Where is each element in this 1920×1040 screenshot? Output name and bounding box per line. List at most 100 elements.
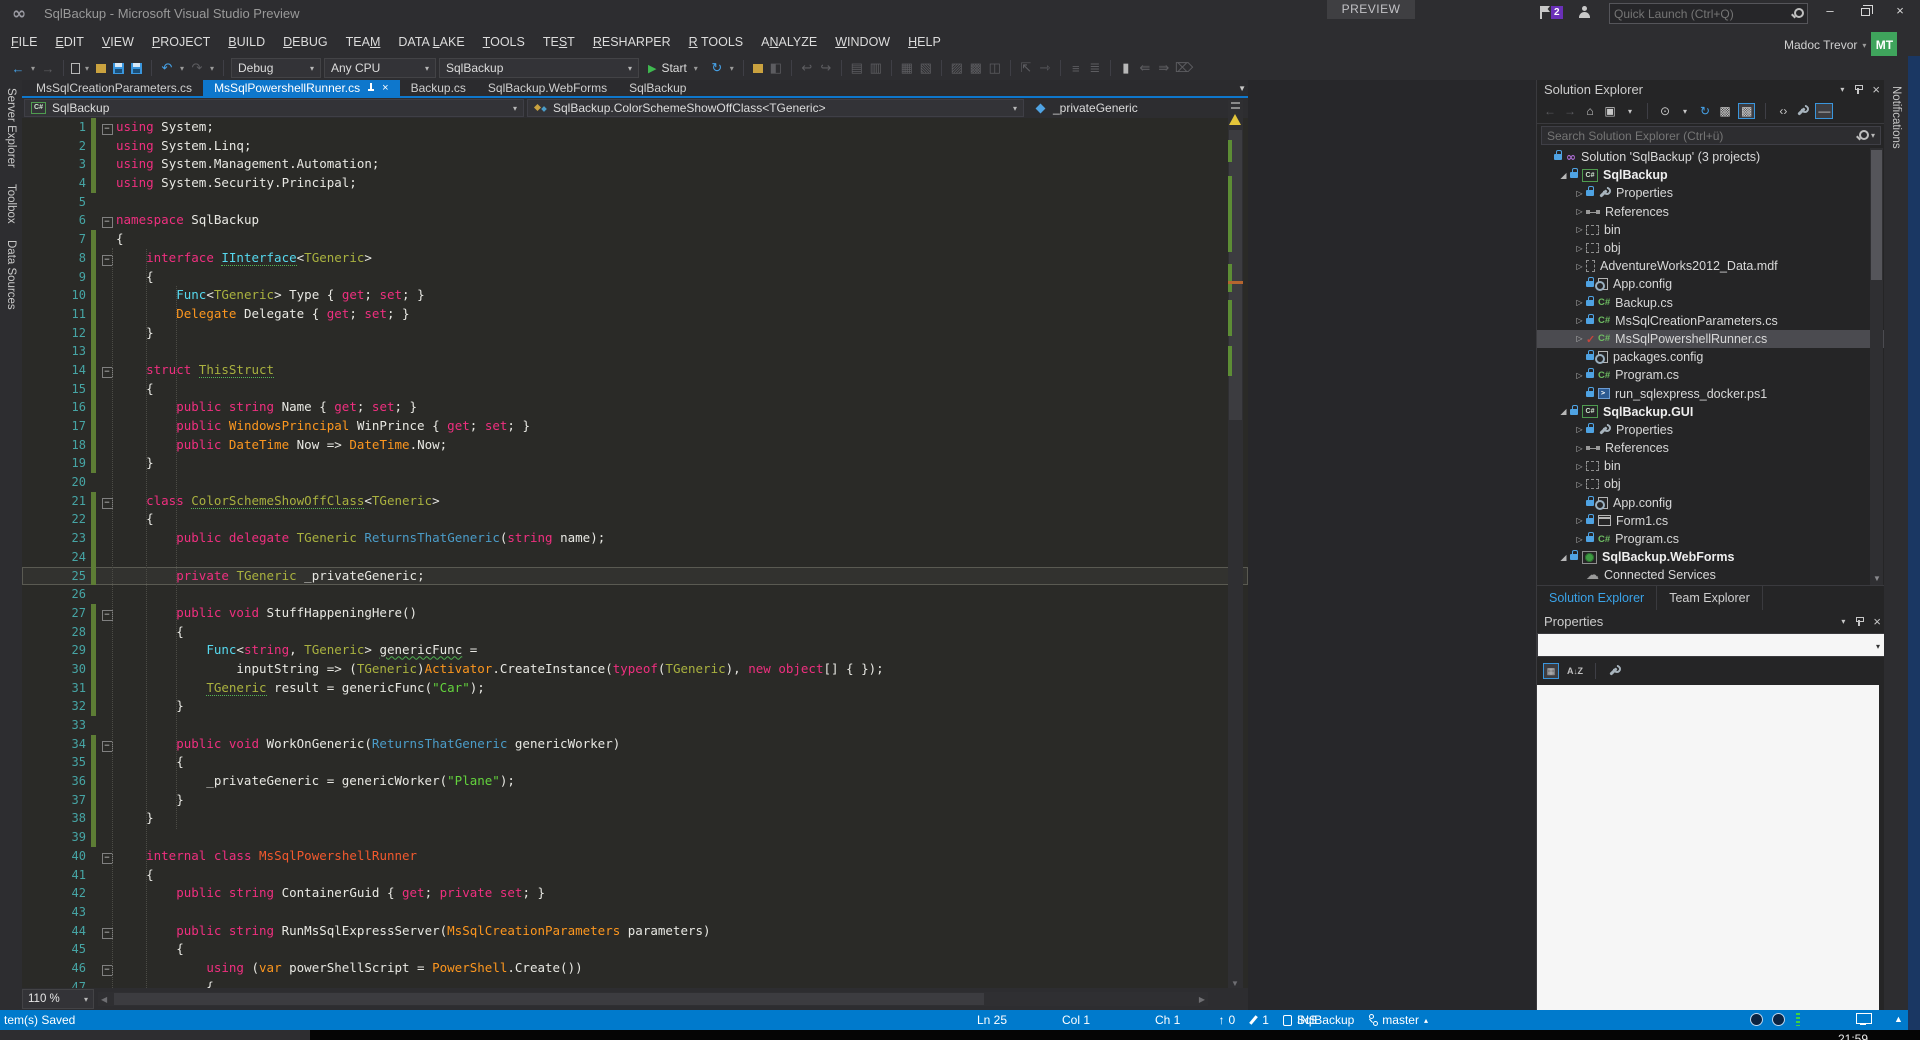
code-line-21[interactable]: 21− class ColorSchemeShowOffClass<TGener… xyxy=(22,492,1248,511)
tree-item-obj[interactable]: ▷obj xyxy=(1537,475,1885,493)
solution-search-box[interactable]: ▾ xyxy=(1541,126,1881,145)
code-line-27[interactable]: 27− public void StuffHappeningHere() xyxy=(22,604,1248,623)
tree-item-adventureworks2012-data-mdf[interactable]: ▷AdventureWorks2012_Data.mdf xyxy=(1537,257,1885,275)
menu-help[interactable]: HELP xyxy=(899,31,950,53)
step-over-icon[interactable]: ↪ xyxy=(818,60,834,76)
tree-item-packages-config[interactable]: packages.config xyxy=(1537,348,1885,366)
new-project-button[interactable] xyxy=(71,63,80,74)
start-dropdown[interactable]: ▾ xyxy=(692,64,700,73)
word-wrap-icon[interactable]: ◫ xyxy=(987,60,1003,76)
tree-item-bin[interactable]: ▷bin xyxy=(1537,221,1885,239)
refresh-button[interactable]: ↻ xyxy=(709,60,725,76)
code-line-10[interactable]: 10 Func<TGeneric> Type { get; set; } xyxy=(22,286,1248,305)
clear-bookmarks-icon[interactable]: ⌦ xyxy=(1175,60,1193,76)
feedback-frown-button[interactable] xyxy=(1772,1013,1785,1029)
code-line-45[interactable]: 45 { xyxy=(22,940,1248,959)
menu-r-tools[interactable]: R TOOLS xyxy=(680,31,752,53)
quick-launch-box[interactable] xyxy=(1609,3,1808,24)
new-query-button[interactable] xyxy=(753,64,763,73)
expand-arrow-icon[interactable]: ▷ xyxy=(1573,535,1586,544)
navigate-backward-dropdown[interactable]: ▾ xyxy=(29,64,37,73)
menu-window[interactable]: WINDOW xyxy=(826,31,899,53)
properties-grid[interactable] xyxy=(1537,685,1879,1010)
redo-button[interactable]: ↷ xyxy=(189,60,205,76)
code-line-7[interactable]: 7{ xyxy=(22,230,1248,249)
code-line-8[interactable]: 8− interface IInterface<TGeneric> xyxy=(22,249,1248,268)
code-line-36[interactable]: 36 _privateGeneric = genericWorker("Plan… xyxy=(22,772,1248,791)
menu-analyze[interactable]: ANALYZE xyxy=(752,31,826,53)
menu-debug[interactable]: DEBUG xyxy=(274,31,336,53)
next-bookmark-icon[interactable]: ⇛ xyxy=(1156,60,1172,76)
title-bar[interactable]: ∞ SqlBackup - Microsoft Visual Studio Pr… xyxy=(0,0,1920,28)
tab-team-explorer[interactable]: Team Explorer xyxy=(1657,586,1763,610)
pin-icon[interactable] xyxy=(1855,616,1863,627)
code-line-16[interactable]: 16 public string Name { get; set; } xyxy=(22,398,1248,417)
undo-dropdown[interactable]: ▾ xyxy=(178,64,186,73)
fold-collapse-icon[interactable]: − xyxy=(102,367,113,378)
tab-toolbox[interactable]: Toolbox xyxy=(5,184,17,224)
tree-item-references[interactable]: ▷References xyxy=(1537,203,1885,221)
se-forward-button[interactable]: → xyxy=(1563,104,1577,118)
properties-wrench-icon[interactable] xyxy=(1796,105,1809,117)
panel-menu-icon[interactable]: ▾ xyxy=(1841,612,1845,631)
generate-script-icon[interactable]: ▧ xyxy=(918,60,934,76)
close-icon[interactable]: × xyxy=(1872,80,1880,99)
repository-button[interactable]: SqlBackup xyxy=(1283,1013,1354,1027)
add-item-button[interactable] xyxy=(96,64,106,73)
panel-menu-icon[interactable]: ▾ xyxy=(1840,80,1844,99)
code-line-25[interactable]: 25 private TGeneric _privateGeneric; xyxy=(22,567,1248,586)
menu-data-lake[interactable]: DATA LAKE xyxy=(389,31,473,53)
property-pages-icon[interactable] xyxy=(1608,665,1621,677)
doc-tab-sqlbackup-webforms[interactable]: SqlBackup.WebForms xyxy=(477,80,618,96)
navigate-backward-button[interactable]: ← xyxy=(10,61,26,76)
tree-item-properties[interactable]: ▷Properties xyxy=(1537,184,1885,202)
bookmark-icon[interactable]: ▮ xyxy=(1118,60,1134,76)
status-column[interactable]: Col 1 xyxy=(1062,1013,1090,1027)
tree-scrollbar-thumb[interactable] xyxy=(1871,150,1882,280)
pending-changes-filter-icon[interactable]: ⊙ xyxy=(1658,104,1672,118)
menu-project[interactable]: PROJECT xyxy=(143,31,219,53)
project-dropdown[interactable]: C# SqlBackup▾ xyxy=(24,99,524,117)
pin-icon[interactable] xyxy=(367,83,375,93)
code-line-6[interactable]: 6−namespace SqlBackup xyxy=(22,211,1248,230)
execute-query-icon[interactable]: ▩ xyxy=(968,60,984,76)
menu-view[interactable]: VIEW xyxy=(93,31,143,53)
tree-item-program-cs[interactable]: ▷C#Program.cs xyxy=(1537,530,1885,548)
expand-arrow-icon[interactable]: ▷ xyxy=(1573,480,1586,489)
vertical-scrollbar[interactable]: ▼ xyxy=(1228,100,1243,990)
tree-item-sqlbackup-webforms[interactable]: ◢SqlBackup.WebForms xyxy=(1537,548,1885,566)
menu-team[interactable]: TEAM xyxy=(337,31,390,53)
tab-data-sources[interactable]: Data Sources xyxy=(5,240,17,310)
comment-icon[interactable]: ≡ xyxy=(1068,61,1084,76)
split-editor-grip[interactable] xyxy=(1231,102,1240,109)
menu-build[interactable]: BUILD xyxy=(219,31,274,53)
fold-collapse-icon[interactable]: − xyxy=(102,965,113,976)
code-line-5[interactable]: 5 xyxy=(22,193,1248,212)
quick-launch-input[interactable] xyxy=(1614,7,1790,21)
properties-header[interactable]: Properties ▾ × xyxy=(1537,612,1885,631)
step-into-icon[interactable]: ↩ xyxy=(799,60,815,76)
save-button[interactable] xyxy=(113,63,124,74)
redo-dropdown[interactable]: ▾ xyxy=(208,64,216,73)
code-line-3[interactable]: 3using System.Management.Automation; xyxy=(22,155,1248,174)
undo-button[interactable]: ↶ xyxy=(159,60,175,76)
expand-arrow-icon[interactable]: ▷ xyxy=(1573,189,1586,198)
code-line-39[interactable]: 39 xyxy=(22,828,1248,847)
tree-item-bin[interactable]: ▷bin xyxy=(1537,457,1885,475)
close-button[interactable]: × xyxy=(1885,0,1915,22)
doc-tab-mssqlpowershellrunner-cs[interactable]: MsSqlPowershellRunner.cs× xyxy=(203,80,400,96)
publish-icon[interactable]: ▦ xyxy=(899,60,915,76)
code-line-1[interactable]: 1−using System; xyxy=(22,118,1248,137)
code-line-32[interactable]: 32 } xyxy=(22,697,1248,716)
code-line-23[interactable]: 23 public delegate TGeneric ReturnsThatG… xyxy=(22,529,1248,548)
member-dropdown[interactable]: _privateGeneric xyxy=(1027,99,1245,117)
screen-sharing-icon[interactable] xyxy=(1856,1013,1870,1028)
expand-arrow-icon[interactable]: ▷ xyxy=(1573,334,1586,343)
code-line-29[interactable]: 29 Func<string, TGeneric> genericFunc = xyxy=(22,641,1248,660)
pending-changes-button[interactable]: 1 xyxy=(1249,1013,1269,1027)
pin-icon[interactable] xyxy=(1854,84,1862,95)
tree-item-obj[interactable]: ▷obj xyxy=(1537,239,1885,257)
data-compare-icon[interactable]: ▤ xyxy=(849,60,865,76)
expand-arrow-icon[interactable]: ▷ xyxy=(1573,262,1586,271)
collapse-arrow-icon[interactable]: ◢ xyxy=(1557,407,1570,416)
